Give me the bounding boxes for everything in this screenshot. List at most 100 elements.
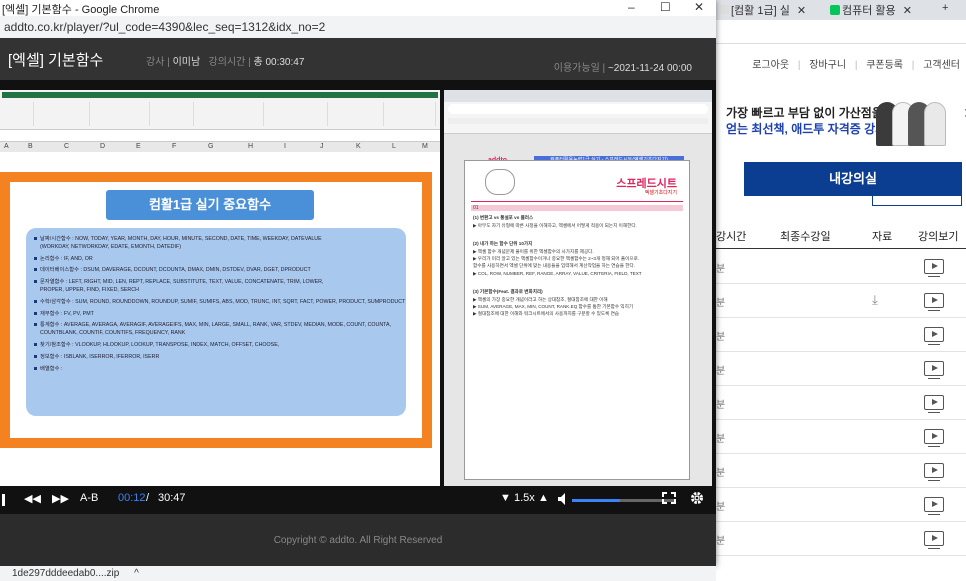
play-lecture-icon[interactable]	[924, 327, 944, 345]
function-item: 논리함수 : IF, AND, OR	[34, 256, 398, 263]
function-item: 수학/삼각함수 : SUM, ROUND, ROUNDDOWN, ROUNDUP…	[34, 299, 405, 306]
current-time: 00:12	[118, 492, 146, 504]
column-header[interactable]: A	[4, 143, 9, 150]
pdf-section: 01	[471, 205, 683, 211]
coupon-link[interactable]: 쿠폰등록	[866, 60, 903, 71]
function-item: 찾기/참조함수 : VLOOKUP, HLOOKUP, LOOKUP, TRAN…	[34, 342, 398, 349]
speed-up-button[interactable]: ▲	[538, 492, 549, 504]
column-header[interactable]: E	[136, 143, 141, 150]
play-pause-button[interactable]	[2, 494, 5, 506]
banner-people-image	[876, 96, 956, 146]
ab-repeat-button[interactable]: A-B	[80, 492, 98, 504]
play-lecture-icon[interactable]	[924, 293, 944, 311]
function-list: 날짜/시간함수 : NOW, TODAY, YEAR, MONTH, DAY, …	[26, 228, 406, 416]
banner-line-1: 가장 빠르고 부담 없이 가산점을	[726, 106, 883, 120]
col-last-date: 최종수강일	[780, 231, 831, 243]
function-item: 정보함수 : ISBLANK, ISERROR, IFERROR, ISERR	[34, 354, 398, 361]
availability: 이용가능일 | ~2021-11-24 00:00	[553, 63, 692, 74]
video-area[interactable]: A B C D E F G H I J K L M 컴활1급 실기 중요함수 날짜/시간함수 : NOW…	[0, 80, 716, 514]
download-icon[interactable]: ⤓	[872, 292, 878, 308]
top-nav: 로그아웃 | 장바구니 | 쿠폰등록 | 고객센터	[752, 60, 960, 71]
slide-content: 컴활1급 실기 중요함수 날짜/시간함수 : NOW, TODAY, YEAR,…	[10, 182, 422, 438]
speed-down-button[interactable]: ▼	[500, 492, 511, 504]
play-lecture-icon[interactable]	[924, 259, 944, 277]
promo-banner[interactable]: 가장 빠르고 부담 없이 가산점을 얻는 최선책, 애드투 자격증 강의 ›	[726, 96, 966, 156]
column-header[interactable]: M	[422, 143, 428, 150]
pdf-text-line: ▶ SUM, AVERAGE, MAX, MIN, COUNT, RANK.EQ…	[473, 304, 634, 309]
support-link[interactable]: 고객센터	[923, 60, 960, 71]
bullet-icon	[34, 280, 37, 284]
logout-link[interactable]: 로그아웃	[752, 60, 789, 71]
column-header[interactable]: C	[64, 143, 69, 150]
fullscreen-icon[interactable]	[662, 492, 676, 507]
slide-title: 컴활1급 실기 중요함수	[106, 190, 314, 220]
background-tab-2[interactable]: 컴퓨터 활용 ✕	[830, 2, 934, 18]
formula-bar[interactable]	[0, 130, 440, 142]
url-bar[interactable]: addto.co.kr/player/?ul_code=4390&lec_seq…	[0, 16, 716, 38]
background-tab-1[interactable]: [컴활 1급] 실 ✕	[720, 2, 820, 18]
table-row: 분	[716, 522, 966, 556]
close-button[interactable]: ✕	[694, 0, 704, 14]
column-header[interactable]: L	[392, 143, 396, 150]
new-tab-button[interactable]: +	[942, 2, 948, 18]
play-lecture-icon[interactable]	[924, 429, 944, 447]
volume-icon[interactable]	[558, 493, 568, 508]
column-header[interactable]: J	[320, 143, 324, 150]
pdf-illustration	[485, 169, 515, 195]
function-item: COUNTBLANK, COUNTIF, COUNTIFS, FREQUENCY…	[40, 330, 186, 337]
play-lecture-icon[interactable]	[924, 497, 944, 515]
play-lecture-icon[interactable]	[924, 463, 944, 481]
download-shelf: 1de297dddeedab0....zip ^	[0, 566, 716, 581]
column-headers: A B C D E F G H I J K L M	[0, 142, 440, 152]
download-chevron-icon[interactable]: ^	[134, 568, 139, 579]
pdf-text-line: ▶ 엑셀 함수 개념문제 풀이를 위한 엑셀함수의 사가지를 제공다.	[473, 249, 594, 254]
column-header[interactable]: F	[172, 143, 176, 150]
gear-icon[interactable]	[690, 491, 704, 508]
bullet-icon	[34, 354, 37, 358]
cart-link[interactable]: 장바구니	[809, 60, 846, 71]
volume-slider[interactable]	[572, 499, 676, 502]
bullet-icon	[34, 366, 37, 370]
col-duration: 강시간	[716, 231, 747, 243]
speed-value: 1.5x	[514, 492, 535, 504]
pdf-browser-chrome	[444, 90, 712, 134]
table-row: 분	[716, 488, 966, 522]
bullet-icon	[34, 311, 37, 315]
table-row: 분	[716, 250, 966, 284]
pdf-text-line: ▶ 절대참조에 대한 이해와 워크시트에서의 사용까지를 구분할 수 있도록 연…	[473, 311, 620, 316]
play-lecture-icon[interactable]	[924, 361, 944, 379]
play-lecture-icon[interactable]	[924, 531, 944, 549]
course-title: [엑셀] 기본함수	[8, 52, 104, 69]
column-header[interactable]: K	[356, 143, 361, 150]
function-item: PROPER, UPPER, FIND, FIXED, SERCH	[40, 286, 139, 293]
play-lecture-icon[interactable]	[924, 395, 944, 413]
pdf-text-line: 함수를 사용하면서 엑셀 단위에 맞는 내용들을 입력해서 계산작업을 하는 연…	[473, 263, 635, 268]
column-header[interactable]: H	[248, 143, 253, 150]
forward-button[interactable]: ▶▶	[52, 492, 69, 505]
function-item: (WORKDAY, NETWORKDAY, EDATE, EMONTH, DAT…	[40, 243, 181, 250]
maximize-button[interactable]: ☐	[660, 0, 671, 14]
my-lecture-subbox	[872, 194, 962, 206]
column-header[interactable]: G	[208, 143, 213, 150]
my-lecture-tab[interactable]: 내강의실	[744, 162, 962, 196]
rewind-button[interactable]: ◀◀	[24, 492, 41, 505]
window-title: [엑셀] 기본함수 - Google Chrome	[2, 4, 160, 16]
pdf-subtitle: 엑셀기초다지기	[644, 190, 677, 196]
col-material: 자료	[872, 231, 893, 243]
bullet-icon	[34, 323, 37, 327]
table-row: 분 ⤓	[716, 284, 966, 318]
column-header[interactable]: D	[100, 143, 105, 150]
table-row: 분	[716, 318, 966, 352]
window-titlebar: [엑셀] 기본함수 - Google Chrome – ☐ ✕	[0, 0, 716, 16]
bullet-icon	[34, 268, 37, 272]
excel-ribbon	[0, 90, 440, 130]
background-address-bar[interactable]	[716, 20, 966, 44]
table-row: 분	[716, 352, 966, 386]
column-header[interactable]: B	[28, 143, 33, 150]
download-item[interactable]: 1de297dddeedab0....zip	[12, 568, 119, 579]
minimize-button[interactable]: –	[628, 0, 635, 14]
function-item: 배열함수 :	[34, 366, 398, 373]
table-row: 분	[716, 386, 966, 420]
time-separator: /	[146, 492, 150, 504]
column-header[interactable]: I	[284, 143, 286, 150]
